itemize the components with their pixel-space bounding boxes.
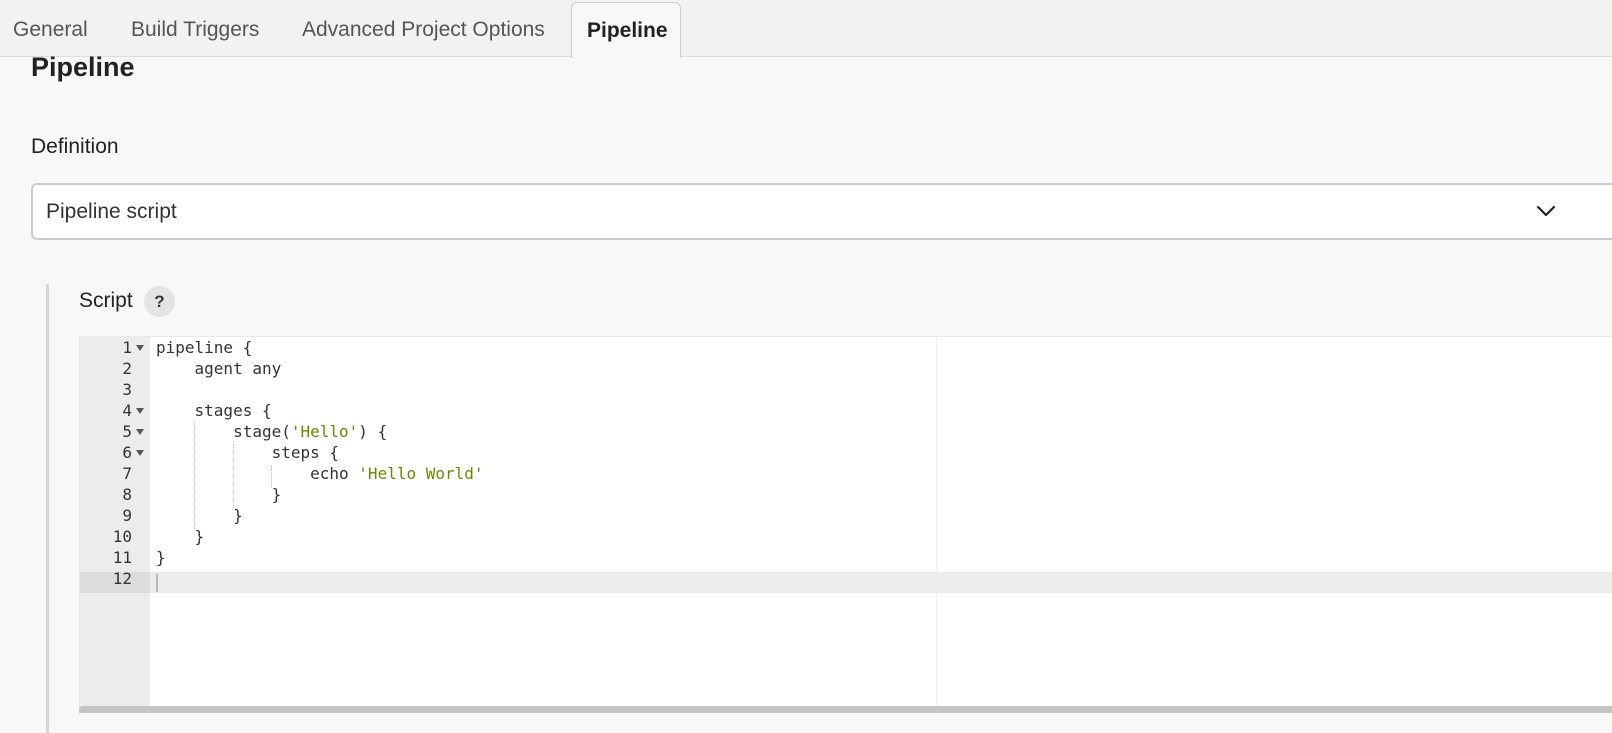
code-line: 4 stages {: [80, 400, 1612, 421]
line-number: 11: [112, 548, 132, 567]
text-cursor: [156, 574, 158, 592]
code-line: 1 pipeline {: [80, 337, 1612, 358]
script-editor[interactable]: 1 pipeline {2 agent any 3 4 stages {5 stage…: [79, 336, 1612, 713]
code-line: 5 stage('Hello') {: [80, 421, 1612, 442]
definition-select[interactable]: Pipeline script: [31, 183, 1612, 240]
tab-general[interactable]: General: [13, 0, 88, 57]
chevron-down-icon: [1536, 205, 1556, 217]
fold-arrow-icon[interactable]: [136, 429, 144, 435]
line-number: 2: [122, 359, 132, 378]
code-line: 9 }: [80, 505, 1612, 526]
line-number: 10: [112, 527, 132, 546]
code-text: stages {: [156, 401, 272, 420]
section-title: Pipeline: [31, 52, 135, 82]
code-line: 11}: [80, 547, 1612, 568]
definition-selected-value: Pipeline script: [46, 200, 177, 223]
code-text: echo 'Hello World': [156, 464, 484, 483]
indent-guide: [233, 444, 234, 508]
code-text: pipeline {: [156, 338, 253, 357]
tab-bar: General Build Triggers Advanced Project …: [0, 0, 1612, 58]
code-line: 3: [80, 379, 1612, 400]
code-line: 2 agent any: [80, 358, 1612, 379]
code-text: }: [156, 506, 243, 525]
code-line: 8 }: [80, 484, 1612, 505]
code-line: 10 }: [80, 526, 1612, 547]
indent-guide: [271, 465, 272, 487]
line-number: 1: [122, 338, 132, 357]
line-number: 8: [122, 485, 132, 504]
line-number: 9: [122, 506, 132, 525]
tab-advanced-project-options[interactable]: Advanced Project Options: [302, 0, 545, 57]
code-text: }: [156, 548, 166, 567]
line-number: 3: [122, 380, 132, 399]
code-text: }: [156, 485, 282, 504]
code-line: 7 echo 'Hello World': [80, 463, 1612, 484]
line-number: 4: [122, 401, 132, 420]
fold-arrow-icon[interactable]: [136, 345, 144, 351]
tab-build-triggers[interactable]: Build Triggers: [131, 0, 259, 57]
code-text: agent any: [156, 359, 282, 378]
line-number: 12: [112, 569, 132, 588]
line-number: 7: [122, 464, 132, 483]
horizontal-scrollbar[interactable]: [79, 706, 1612, 713]
code-text: steps {: [156, 443, 340, 462]
indent-guide: [194, 423, 195, 529]
fold-arrow-icon[interactable]: [136, 450, 144, 456]
code-line: 6 steps {: [80, 442, 1612, 463]
help-icon[interactable]: ?: [144, 286, 175, 317]
script-label: Script: [79, 289, 133, 312]
definition-label: Definition: [31, 135, 119, 158]
code-text: stage('Hello') {: [156, 422, 388, 441]
line-number: 5: [122, 422, 132, 441]
line-number: 6: [122, 443, 132, 462]
tab-pipeline[interactable]: Pipeline: [571, 2, 681, 58]
code-text: }: [156, 527, 205, 546]
code-line: 12: [80, 568, 1612, 589]
fold-arrow-icon[interactable]: [136, 408, 144, 414]
